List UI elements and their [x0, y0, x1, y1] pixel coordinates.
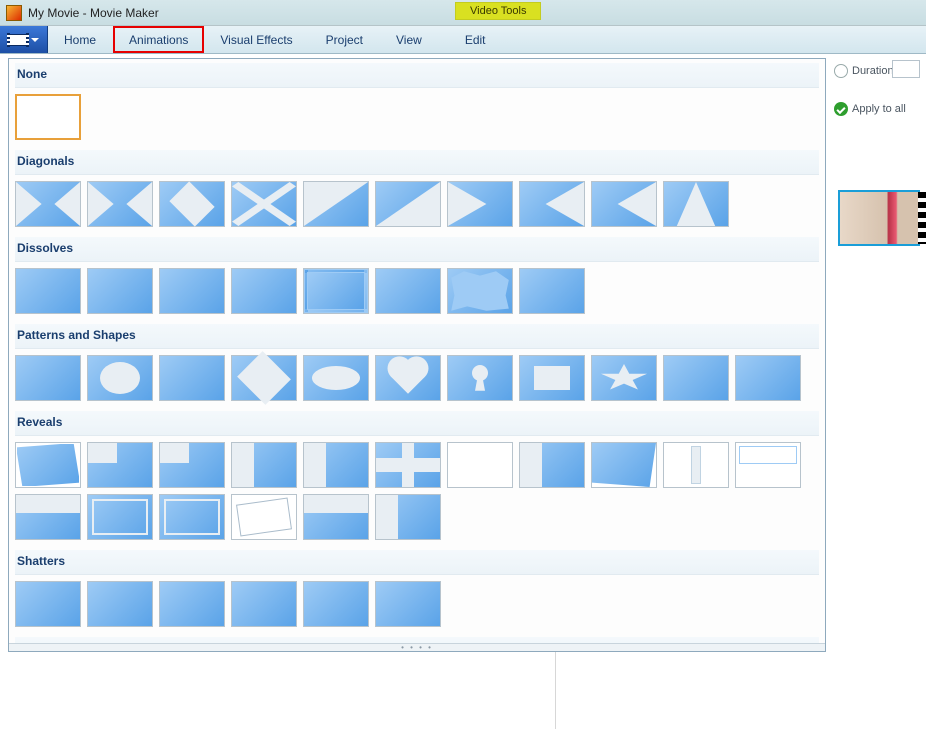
transition-thumb[interactable]: [375, 355, 441, 401]
transition-thumb[interactable]: [375, 442, 441, 488]
ribbon-tabs: Home Animations Visual Effects Project V…: [0, 26, 926, 54]
transition-thumb[interactable]: [303, 181, 369, 227]
transition-thumb[interactable]: [231, 355, 297, 401]
transition-thumb[interactable]: [303, 268, 369, 314]
transition-thumb[interactable]: [15, 442, 81, 488]
chevron-down-icon: [31, 38, 39, 42]
tab-edit[interactable]: Edit: [449, 26, 503, 53]
apply-all-button[interactable]: Apply to all: [852, 103, 906, 115]
gallery-scroll-area[interactable]: None Diagonals Dissolves: [9, 59, 825, 643]
transition-none[interactable]: [15, 94, 81, 140]
duration-label: Duration:: [852, 65, 897, 77]
transition-thumb[interactable]: [231, 181, 297, 227]
transition-thumb[interactable]: [591, 442, 657, 488]
tab-view[interactable]: View: [380, 26, 439, 53]
transition-thumb[interactable]: [87, 442, 153, 488]
transition-thumb[interactable]: [663, 442, 729, 488]
transition-thumb[interactable]: [663, 181, 729, 227]
gallery-resize-handle[interactable]: • • • •: [9, 643, 825, 651]
transition-thumb[interactable]: [87, 181, 153, 227]
transition-thumb[interactable]: [159, 581, 225, 627]
transition-thumb[interactable]: [663, 355, 729, 401]
group-header-shatters: Shatters: [15, 550, 819, 575]
transition-thumb[interactable]: [303, 355, 369, 401]
group-header-diagonals: Diagonals: [15, 150, 819, 175]
timeline-clip-thumbnail[interactable]: [838, 190, 920, 246]
tab-animations[interactable]: Animations: [113, 26, 204, 53]
playhead-line: [555, 652, 556, 729]
transition-thumb[interactable]: [303, 442, 369, 488]
transition-thumb[interactable]: [375, 268, 441, 314]
transitions-gallery: None Diagonals Dissolves: [8, 58, 826, 652]
transition-thumb[interactable]: [87, 581, 153, 627]
transition-thumb[interactable]: [375, 494, 441, 540]
transition-thumb[interactable]: [735, 442, 801, 488]
transition-thumb[interactable]: [159, 442, 225, 488]
film-icon: [9, 34, 27, 46]
app-icon: [6, 5, 22, 21]
transition-thumb[interactable]: [447, 181, 513, 227]
transition-thumb[interactable]: [519, 442, 585, 488]
transition-thumb[interactable]: [447, 268, 513, 314]
group-header-patterns: Patterns and Shapes: [15, 324, 819, 349]
tab-home[interactable]: Home: [48, 26, 113, 53]
apply-all-icon: [834, 102, 848, 116]
transition-thumb[interactable]: [591, 355, 657, 401]
transition-thumb[interactable]: [375, 181, 441, 227]
duration-input[interactable]: [892, 60, 920, 78]
group-header-dissolves: Dissolves: [15, 237, 819, 262]
transition-thumb[interactable]: [159, 181, 225, 227]
transition-thumb[interactable]: [87, 268, 153, 314]
transition-thumb[interactable]: [15, 355, 81, 401]
duration-icon: [834, 64, 848, 78]
context-tab-video-tools[interactable]: Video Tools: [455, 2, 541, 20]
transition-thumb[interactable]: [231, 494, 297, 540]
transition-options-panel: Duration: Apply to all: [832, 58, 922, 122]
group-header-none: None: [15, 63, 819, 88]
tab-project[interactable]: Project: [310, 26, 380, 53]
transition-thumb[interactable]: [735, 355, 801, 401]
transition-thumb[interactable]: [303, 494, 369, 540]
transition-thumb[interactable]: [231, 581, 297, 627]
file-menu-button[interactable]: [0, 26, 48, 53]
transition-thumb[interactable]: [447, 355, 513, 401]
transition-thumb[interactable]: [87, 355, 153, 401]
transition-thumb[interactable]: [15, 181, 81, 227]
transition-thumb[interactable]: [159, 268, 225, 314]
transition-thumb[interactable]: [87, 494, 153, 540]
transition-thumb[interactable]: [15, 268, 81, 314]
window-title: My Movie - Movie Maker: [28, 6, 159, 20]
tab-visual-effects[interactable]: Visual Effects: [204, 26, 309, 53]
group-header-reveals: Reveals: [15, 411, 819, 436]
title-bar: My Movie - Movie Maker Video Tools: [0, 0, 926, 26]
transition-thumb[interactable]: [231, 442, 297, 488]
transition-thumb[interactable]: [303, 581, 369, 627]
group-header-sweeps: Sweeps and Curls: [15, 637, 819, 643]
transition-thumb[interactable]: [519, 268, 585, 314]
transition-thumb[interactable]: [15, 581, 81, 627]
transition-thumb[interactable]: [591, 181, 657, 227]
transition-thumb[interactable]: [231, 268, 297, 314]
transition-thumb[interactable]: [15, 494, 81, 540]
transition-thumb[interactable]: [447, 442, 513, 488]
transition-thumb[interactable]: [519, 181, 585, 227]
transition-thumb[interactable]: [375, 581, 441, 627]
transition-thumb[interactable]: [159, 494, 225, 540]
transition-thumb[interactable]: [519, 355, 585, 401]
transition-thumb[interactable]: [159, 355, 225, 401]
